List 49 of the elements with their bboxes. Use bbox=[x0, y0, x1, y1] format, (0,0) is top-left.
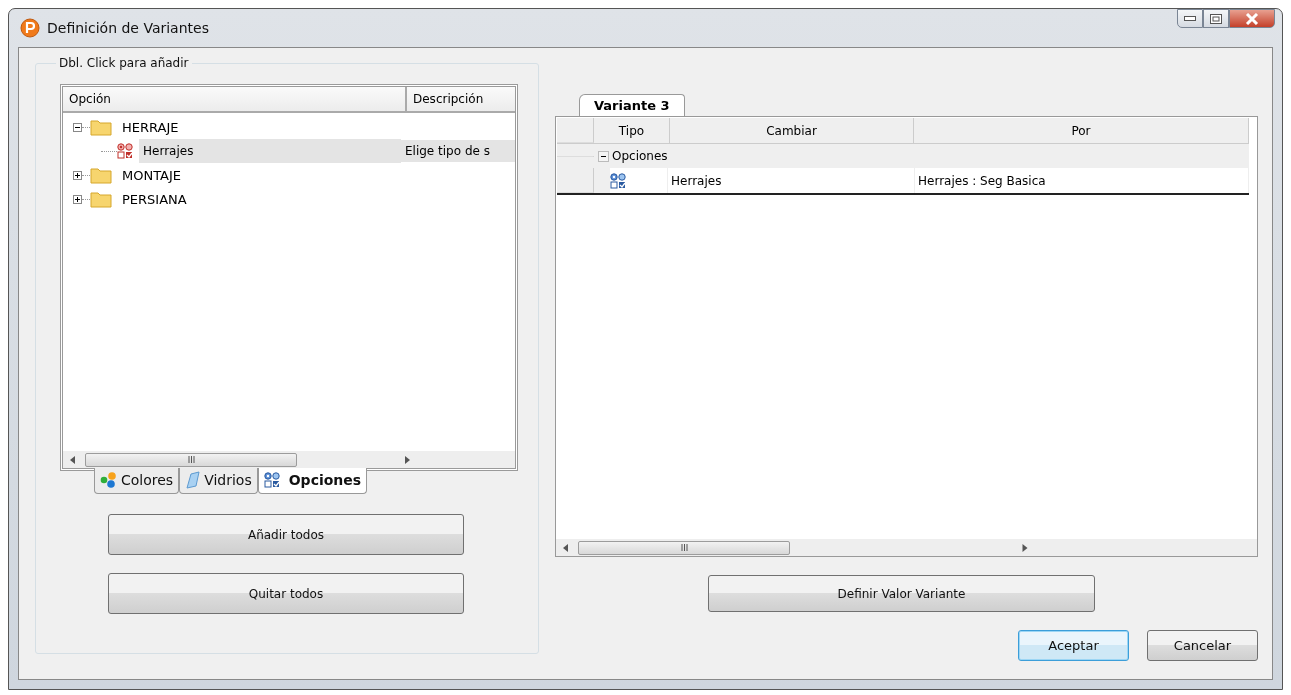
folder-icon bbox=[90, 166, 112, 184]
options-icon bbox=[610, 172, 626, 189]
expand-icon[interactable] bbox=[73, 170, 82, 180]
close-button[interactable] bbox=[1229, 9, 1275, 28]
table-cell: Herrajes bbox=[668, 168, 915, 193]
dialog-button[interactable]: Aceptar bbox=[1018, 630, 1129, 661]
description-text: Elige tipo de s bbox=[401, 140, 515, 162]
scroll-left-icon[interactable] bbox=[69, 455, 77, 464]
close-icon bbox=[1245, 12, 1259, 25]
tab[interactable]: Opciones bbox=[257, 468, 368, 494]
expand-icon[interactable] bbox=[73, 194, 82, 204]
app-logo-icon bbox=[20, 18, 40, 38]
minimize-button[interactable] bbox=[1177, 9, 1203, 28]
options-icon bbox=[117, 143, 133, 159]
maximize-icon bbox=[1210, 13, 1222, 24]
tree-item[interactable]: PERSIANA bbox=[118, 190, 191, 208]
column-header[interactable]: Por bbox=[914, 118, 1249, 143]
options-icon bbox=[263, 472, 280, 488]
scroll-thumb[interactable] bbox=[85, 452, 297, 467]
group-title: Dbl. Click para añadir bbox=[58, 56, 190, 70]
dialog-button[interactable]: Cancelar bbox=[1147, 630, 1258, 661]
window-title: Definición de Variantes bbox=[47, 20, 209, 36]
tree-item[interactable]: Herrajes bbox=[139, 139, 401, 163]
column-header[interactable]: Tipo bbox=[594, 118, 670, 143]
column-header[interactable]: Cambiar bbox=[670, 118, 914, 143]
action-button[interactable]: Quitar todos bbox=[108, 573, 464, 614]
horizontal-scrollbar[interactable] bbox=[63, 451, 515, 468]
scroll-thumb[interactable] bbox=[578, 540, 790, 555]
collapse-icon[interactable] bbox=[598, 150, 609, 162]
scroll-left-icon[interactable] bbox=[562, 543, 570, 552]
collapse-icon[interactable] bbox=[73, 122, 82, 132]
minimize-icon bbox=[1184, 15, 1196, 22]
tab[interactable]: Variante 3 bbox=[579, 94, 685, 116]
tab[interactable]: Vidrios bbox=[179, 468, 258, 494]
folder-icon bbox=[90, 190, 112, 208]
glass-pane-icon bbox=[185, 471, 202, 489]
color-dots-icon bbox=[100, 471, 118, 489]
tab[interactable]: Colores bbox=[94, 468, 180, 494]
column-header[interactable]: Opción bbox=[63, 87, 407, 111]
horizontal-scrollbar[interactable] bbox=[556, 539, 1257, 556]
folder-icon bbox=[90, 118, 112, 136]
maximize-button[interactable] bbox=[1203, 9, 1229, 28]
action-button[interactable]: Añadir todos bbox=[108, 514, 464, 555]
tree-item[interactable]: HERRAJE bbox=[118, 118, 183, 136]
tree-item[interactable]: MONTAJE bbox=[118, 166, 186, 184]
group-label: Opciones bbox=[612, 149, 668, 163]
table-cell: Herrajes : Seg Basica bbox=[915, 168, 1249, 193]
column-header[interactable]: Descripción bbox=[407, 87, 515, 111]
define-button[interactable]: Definir Valor Variante bbox=[708, 575, 1095, 612]
